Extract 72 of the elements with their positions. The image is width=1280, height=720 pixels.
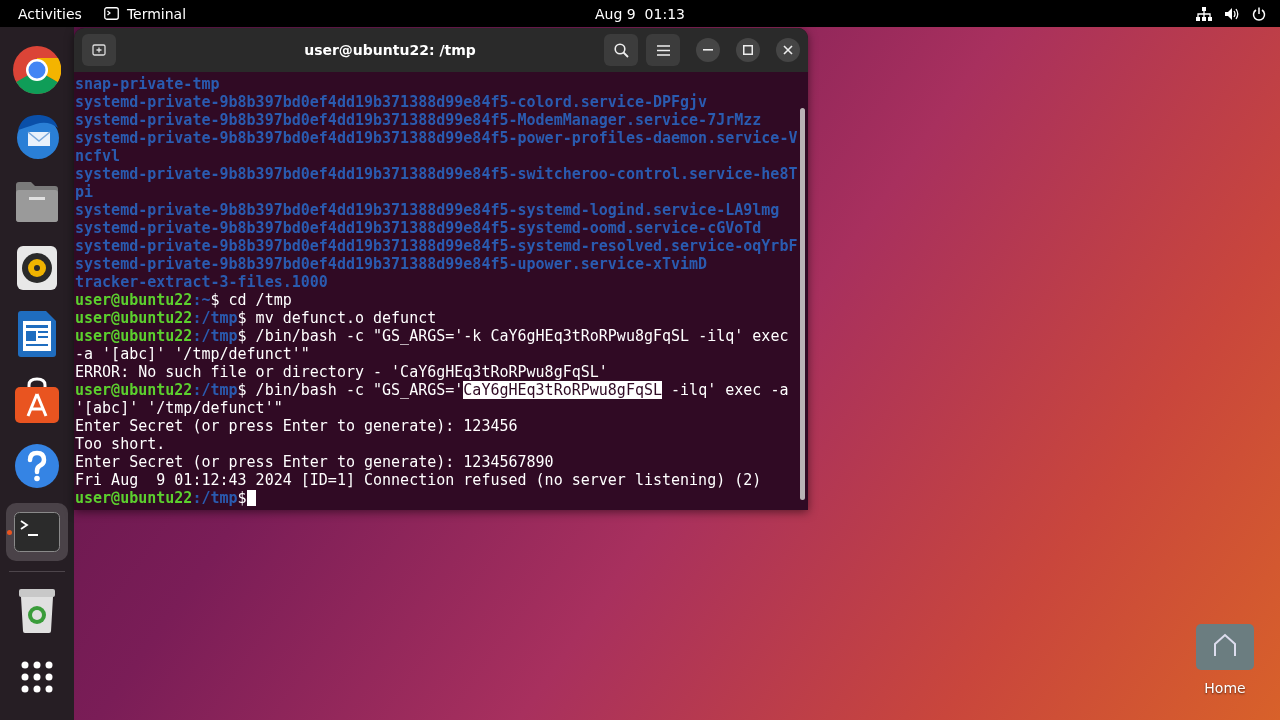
home-desktop-icon[interactable]: Home [1196,620,1254,696]
output-line: ERROR: No such file or directory - 'CaY6gHEq3tRoRPwu8gFqSL' [75,363,609,381]
speaker-icon [17,246,57,290]
prompt-sign: $ [210,291,220,309]
search-button[interactable] [604,34,638,66]
volume-icon[interactable] [1224,6,1240,21]
menu-icon [656,44,670,56]
output-line: '[abc]' '/tmp/defunct'" [75,399,284,417]
terminal-icon [103,7,119,20]
prompt-sign: $ [237,309,247,327]
directory-entry: snap-private-tmp [75,75,221,93]
output-line: Enter Secret (or press Enter to generate): 123456 [75,417,519,435]
window-title: user@ubuntu22: /tmp [303,42,477,58]
prompt-user: user@ubuntu22 [75,327,193,345]
prompt-path: :/tmp [192,327,238,345]
activities-button[interactable]: Activities [18,5,82,22]
directory-entry: systemd-private-9b8b397bd0ef4dd19b371388d99e84f5-systemd-resolved.service-oqYrbF [75,237,798,255]
menu-button[interactable] [646,34,680,66]
directory-entry: systemd-private-9b8b397bd0ef4dd19b371388d99e84f5-switcheroo-control.service-he8T [75,165,798,183]
app-menu-button[interactable]: Terminal [103,5,187,22]
prompt-path: :/tmp [192,309,238,327]
maximize-icon [743,45,753,55]
trash-icon [18,589,56,633]
prompt-sign: $ [237,381,247,399]
minimize-icon [703,49,713,51]
prompt-user: user@ubuntu22 [75,309,193,327]
prompt-path: :/tmp [192,489,238,507]
directory-entry: pi [75,183,95,201]
output-line: Too short. [75,435,167,453]
output-line: Enter Secret (or press Enter to generate): 1234567890 [75,453,555,471]
directory-entry: ncfvl [75,147,122,165]
command-text: /bin/bash -c "GS_ARGS='-k CaY6gHEq3tRoRPwu8gFqSL -ilq' exec [254,327,789,345]
search-icon [613,42,629,58]
minimize-button[interactable] [696,38,720,62]
close-button[interactable] [776,38,800,62]
prompt-user: user@ubuntu22 [75,291,193,309]
clock[interactable]: Aug 9 01:13 [595,5,685,22]
document-icon [18,311,56,357]
new-tab-button[interactable] [82,34,116,66]
prompt-sign: $ [237,489,247,507]
help-icon [14,443,60,489]
close-icon [783,45,793,55]
scrollbar-thumb[interactable] [800,108,806,500]
directory-entry: tracker-extract-3-files.1000 [75,273,329,291]
new-tab-icon [92,43,106,57]
power-icon[interactable] [1252,6,1266,21]
prompt-sign: $ [237,327,247,345]
folder-icon [14,181,60,223]
directory-entry: systemd-private-9b8b397bd0ef4dd19b371388d99e84f5-systemd-oomd.service-cGVoTd [75,219,763,237]
directory-entry: systemd-private-9b8b397bd0ef4dd19b371388d99e84f5-upower.service-xTvimD [75,255,709,273]
command-text: mv defunct.o defunct [254,309,437,327]
terminal-icon [14,512,60,552]
prompt-path: :~ [192,291,211,309]
prompt-path: :/tmp [192,381,238,399]
browser-icon [13,46,61,94]
prompt-user: user@ubuntu22 [75,381,193,399]
network-icon[interactable] [1196,6,1212,21]
command-text: -ilq' exec -a [670,381,789,399]
selected-text: CaY6gHEq3tRoRPwu8gFqSL [463,381,663,399]
directory-entry: systemd-private-9b8b397bd0ef4dd19b371388d99e84f5-colord.service-DPFgjv [75,93,709,111]
output-line: -a '[abc]' '/tmp/defunct'" [75,345,311,363]
output-line: Fri Aug 9 01:12:43 2024 [ID=1] Connection refused (no server listening) (2) [75,471,763,489]
shopping-bag-icon [15,377,59,423]
directory-entry: systemd-private-9b8b397bd0ef4dd19b371388d99e84f5-ModemManager.service-7JrMzz [75,111,763,129]
app-grid-icon [21,661,53,693]
command-text: cd /tmp [227,291,292,309]
directory-entry: systemd-private-9b8b397bd0ef4dd19b371388d99e84f5-power-profiles-daemon.service-V [75,129,798,147]
icon-label: Home [1204,680,1246,696]
directory-entry: systemd-private-9b8b397bd0ef4dd19b371388d99e84f5-systemd-logind.service-LA9lmg [75,201,781,219]
maximize-button[interactable] [736,38,760,62]
prompt-user: user@ubuntu22 [75,489,193,507]
command-text: /bin/bash -c "GS_ARGS=' [254,381,464,399]
